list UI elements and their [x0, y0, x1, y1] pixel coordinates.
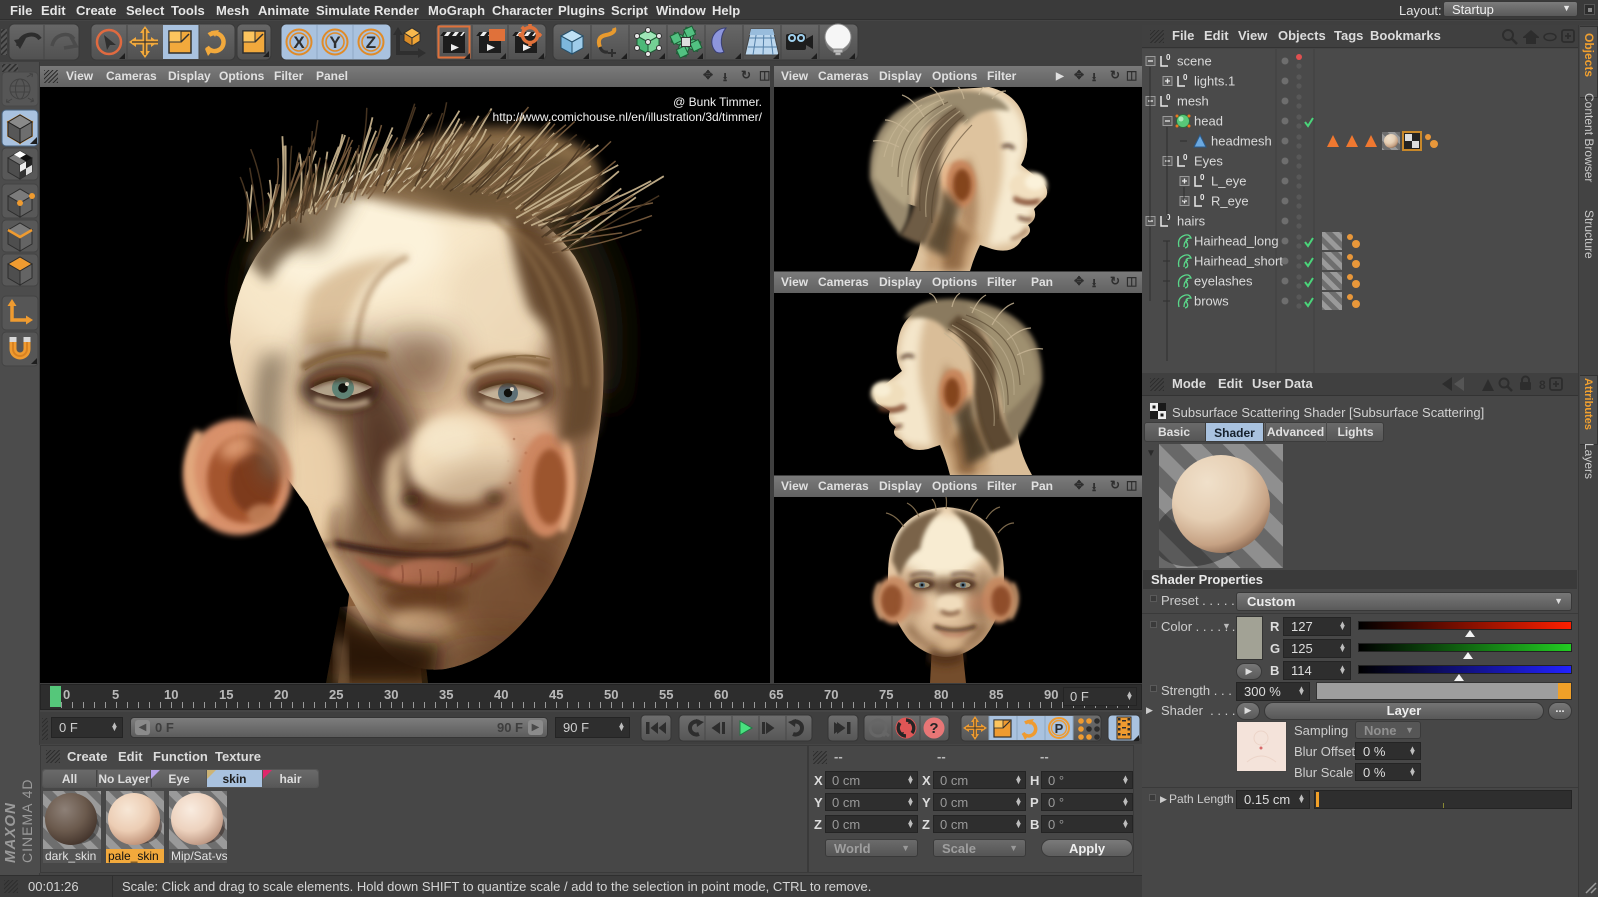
- svg-text:60: 60: [714, 687, 728, 702]
- svg-text:80: 80: [934, 687, 948, 702]
- svg-text:hairs: hairs: [1177, 214, 1206, 229]
- svg-text:eyelashes: eyelashes: [1194, 274, 1253, 289]
- svg-text:10: 10: [164, 687, 178, 702]
- svg-text:P: P: [1055, 721, 1064, 736]
- svg-text:5: 5: [112, 687, 119, 702]
- svg-text:50: 50: [604, 687, 618, 702]
- svg-text:0: 0: [1200, 193, 1205, 202]
- svg-text:30: 30: [384, 687, 398, 702]
- svg-text:R_eye: R_eye: [1211, 194, 1249, 209]
- svg-text:0: 0: [63, 687, 70, 702]
- svg-text:0: 0: [1166, 53, 1171, 62]
- svg-text:0: 0: [1166, 93, 1171, 102]
- svg-text:20: 20: [274, 687, 288, 702]
- svg-text:15: 15: [219, 687, 233, 702]
- svg-text:75: 75: [879, 687, 893, 702]
- svg-text:lights.1: lights.1: [1194, 74, 1235, 89]
- svg-text:L_eye: L_eye: [1211, 174, 1246, 189]
- svg-text:scene: scene: [1177, 54, 1212, 69]
- svg-text:45: 45: [549, 687, 563, 702]
- svg-text:85: 85: [989, 687, 1003, 702]
- svg-text:70: 70: [824, 687, 838, 702]
- svg-text:0: 0: [1183, 73, 1188, 82]
- svg-text:0: 0: [1200, 173, 1205, 182]
- svg-text:Hairhead_long: Hairhead_long: [1194, 234, 1279, 249]
- svg-text:brows: brows: [1194, 294, 1229, 309]
- svg-text:55: 55: [659, 687, 673, 702]
- svg-text:8: 8: [1539, 378, 1546, 392]
- svg-text:headmesh: headmesh: [1211, 134, 1272, 149]
- svg-text:25: 25: [329, 687, 343, 702]
- svg-text:Z: Z: [366, 33, 376, 52]
- svg-text:90: 90: [1044, 687, 1058, 702]
- svg-text:mesh: mesh: [1177, 94, 1209, 109]
- svg-text:X: X: [293, 33, 305, 52]
- svg-text:Y: Y: [329, 33, 341, 52]
- svg-text:0: 0: [1183, 153, 1188, 162]
- svg-text:Hairhead_short: Hairhead_short: [1194, 254, 1283, 269]
- svg-text:Eyes: Eyes: [1194, 154, 1223, 169]
- svg-text:40: 40: [494, 687, 508, 702]
- svg-text:65: 65: [769, 687, 783, 702]
- svg-text:head: head: [1194, 114, 1223, 129]
- svg-text:35: 35: [439, 687, 453, 702]
- svg-text:?: ?: [929, 720, 938, 737]
